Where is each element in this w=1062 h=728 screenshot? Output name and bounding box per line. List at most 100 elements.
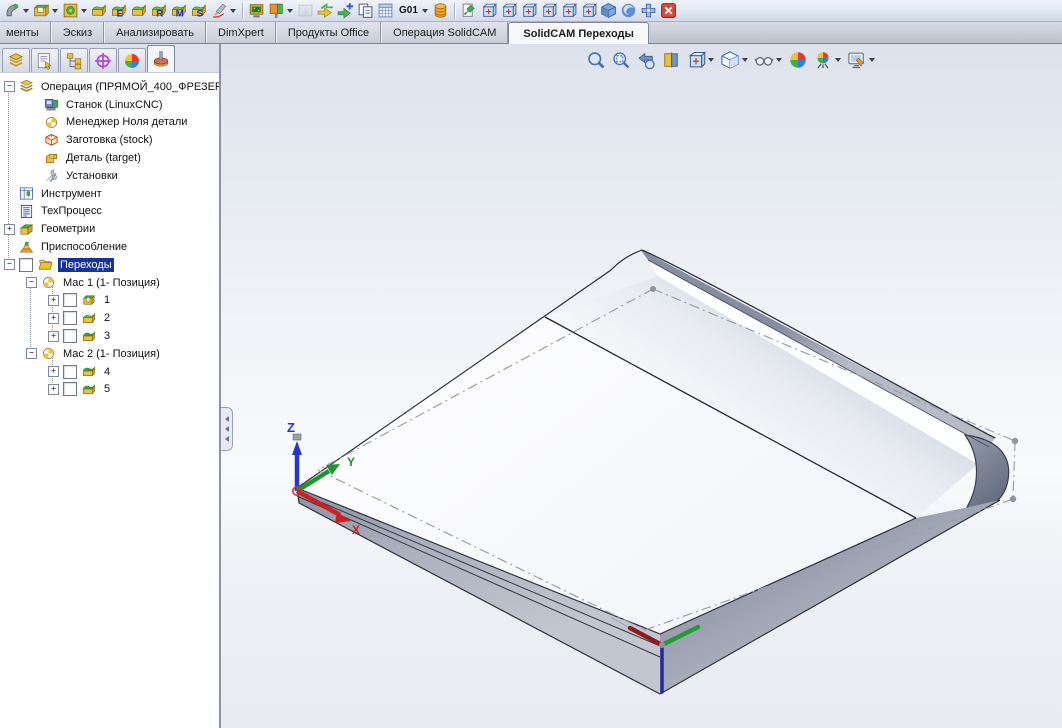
engrave-tool-button[interactable] xyxy=(3,1,31,20)
dropdown-caret-icon[interactable] xyxy=(52,8,58,13)
dropdown-caret-icon[interactable] xyxy=(287,8,293,13)
tree-item[interactable]: Установки xyxy=(0,167,219,185)
machine-simulation-button[interactable] xyxy=(247,1,266,20)
tree-item-label[interactable]: Геометрии xyxy=(39,222,97,236)
ribbon-tab-7[interactable]: SolidCAM Переходы xyxy=(508,22,649,44)
op-face-button[interactable]: R xyxy=(150,1,169,20)
tree-item[interactable]: Инструмент xyxy=(0,185,219,203)
tree-item-label[interactable]: Менеджер Ноля детали xyxy=(64,115,189,129)
expand-toggle[interactable]: + xyxy=(48,330,59,342)
tree-item-label[interactable]: Приспособление xyxy=(39,240,129,254)
tree-item[interactable]: +3 xyxy=(0,327,219,345)
add-operations-button[interactable] xyxy=(336,1,355,20)
dimxpert-manager-tab[interactable] xyxy=(89,48,117,72)
tree-item-label[interactable]: Мас 1 (1- Позиция) xyxy=(61,276,162,290)
tree-item[interactable]: Приспособление xyxy=(0,238,219,256)
tree-item-checkbox[interactable] xyxy=(63,311,77,326)
ribbon-tab-3[interactable]: Анализировать xyxy=(104,22,207,43)
op-face-button[interactable]: E xyxy=(110,1,129,20)
view-bottom-button[interactable] xyxy=(579,1,598,20)
tree-item-label[interactable]: Установки xyxy=(64,169,120,183)
shaded-view-button[interactable] xyxy=(619,1,638,20)
expand-toggle[interactable]: + xyxy=(48,383,59,395)
zoom-area-button[interactable] xyxy=(610,49,632,71)
tree-item-label[interactable]: Переходы xyxy=(58,257,114,272)
drill-button[interactable] xyxy=(61,1,89,20)
dropdown-caret-icon[interactable] xyxy=(23,8,29,13)
view-settings-button[interactable] xyxy=(846,49,877,71)
dropdown-caret-icon[interactable] xyxy=(421,8,428,13)
tree-item-checkbox[interactable] xyxy=(63,293,77,308)
display-manager-tab[interactable] xyxy=(118,48,146,72)
collapse-toggle[interactable]: − xyxy=(4,81,15,93)
ribbon-tab-2[interactable]: Эскиз xyxy=(50,22,105,43)
view-right-button[interactable] xyxy=(539,1,558,20)
tree-item-label[interactable]: 2 xyxy=(102,311,112,325)
op-face-button[interactable]: S xyxy=(190,1,209,20)
property-manager-tab[interactable] xyxy=(31,48,59,72)
ribbon-tab-6[interactable]: Операция SolidCAM xyxy=(381,22,509,43)
tree-item-label[interactable]: 5 xyxy=(102,382,112,396)
edit-appearance-button[interactable] xyxy=(787,49,809,71)
expand-toggle[interactable]: + xyxy=(48,312,59,324)
dropdown-caret-icon[interactable] xyxy=(776,58,782,62)
ribbon-tab-4[interactable]: DimXpert xyxy=(206,22,276,43)
dropdown-caret-icon[interactable] xyxy=(742,58,748,62)
engrave-pen-button[interactable] xyxy=(210,1,238,20)
section-view-button[interactable] xyxy=(660,49,682,71)
tree-item[interactable]: − Мас 1 (1- Позиция) xyxy=(0,274,219,292)
expand-toggle[interactable]: + xyxy=(48,366,59,378)
tree-item-label[interactable]: Станок (LinuxCNC) xyxy=(64,98,165,112)
close-toolbar-button[interactable] xyxy=(659,1,678,20)
calculator-button[interactable] xyxy=(376,1,395,20)
dropdown-caret-icon[interactable] xyxy=(708,58,714,62)
tree-item[interactable]: Менеджер Ноля детали xyxy=(0,114,219,132)
panel-collapse-handle[interactable] xyxy=(221,407,233,451)
tree-item[interactable]: +2 xyxy=(0,309,219,327)
collapse-toggle[interactable]: − xyxy=(26,277,37,289)
face-mill-button[interactable] xyxy=(90,1,109,20)
configuration-manager-tab[interactable] xyxy=(60,48,88,72)
tree-item-label[interactable]: Заготовка (stock) xyxy=(64,133,155,147)
previous-view-button[interactable] xyxy=(635,49,657,71)
pin-button[interactable] xyxy=(459,1,478,20)
tree-item[interactable]: Заготовка (stock) xyxy=(0,131,219,149)
expand-toggle[interactable]: + xyxy=(48,294,59,306)
tree-item[interactable]: Деталь (target) xyxy=(0,149,219,167)
apply-scene-button[interactable] xyxy=(812,49,843,71)
tree-item[interactable]: − Мас 2 (1- Позиция) xyxy=(0,345,219,363)
tree-item-label[interactable]: 3 xyxy=(102,329,112,343)
dropdown-caret-icon[interactable] xyxy=(869,58,875,62)
tree-item[interactable]: ТехПроцесс xyxy=(0,203,219,221)
dropdown-caret-icon[interactable] xyxy=(81,8,87,13)
dropdown-caret-icon[interactable] xyxy=(230,8,236,13)
view-isometric-button[interactable] xyxy=(599,1,618,20)
pocket-mill-button[interactable] xyxy=(32,1,60,20)
collapse-toggle[interactable]: − xyxy=(4,259,15,271)
display-style-button[interactable] xyxy=(719,49,750,71)
tree-item-label[interactable]: Мас 2 (1- Позиция) xyxy=(61,347,162,361)
tree-item-label[interactable]: Деталь (target) xyxy=(64,151,143,165)
tree-item-label[interactable]: Операция (ПРЯМОЙ_400_ФРЕЗЕРО xyxy=(39,80,219,94)
feature-manager-tab[interactable] xyxy=(2,48,30,72)
multi-view-button[interactable] xyxy=(639,1,658,20)
zoom-fit-button[interactable] xyxy=(585,49,607,71)
sync-operations-button[interactable] xyxy=(316,1,335,20)
tree-item-label[interactable]: ТехПроцесс xyxy=(39,204,104,218)
expand-toggle[interactable]: + xyxy=(4,223,15,235)
tree-item-label[interactable]: 1 xyxy=(102,293,112,307)
tree-item[interactable]: +5 xyxy=(0,381,219,399)
view-left-button[interactable] xyxy=(519,1,538,20)
op-face-button[interactable]: M xyxy=(170,1,189,20)
tree-item[interactable]: Станок (LinuxCNC) xyxy=(0,96,219,114)
hide-show-items-button[interactable] xyxy=(753,49,784,71)
view-top-button[interactable] xyxy=(559,1,578,20)
tree-item[interactable]: − Переходы xyxy=(0,256,219,274)
tree-item-label[interactable]: 4 xyxy=(102,365,112,379)
ribbon-tab-1[interactable]: менты xyxy=(0,22,51,43)
graphics-viewport[interactable]: Z Y X xyxy=(221,44,1062,728)
view-front-button[interactable] xyxy=(479,1,498,20)
solidcam-manager-tab[interactable] xyxy=(147,45,175,72)
dropdown-caret-icon[interactable] xyxy=(835,58,841,62)
view-orientation-button[interactable] xyxy=(685,49,716,71)
